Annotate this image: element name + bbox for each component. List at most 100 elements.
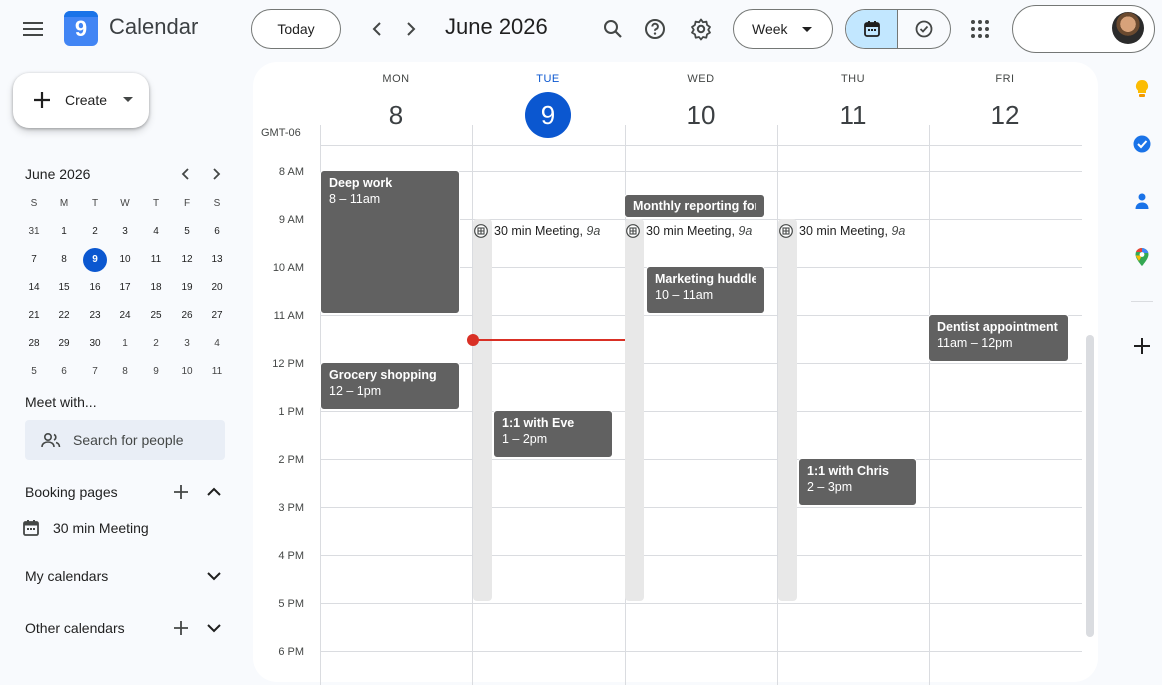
booking-page-item[interactable]: 30 min Meeting (53, 520, 149, 536)
tasks-mode-button[interactable] (898, 10, 950, 48)
search-icon[interactable] (600, 16, 626, 42)
avatar[interactable] (1112, 12, 1144, 44)
day-column-divider (929, 125, 930, 685)
mini-calendar-day[interactable]: 5 (22, 360, 46, 384)
day-number-button[interactable]: 10 (625, 92, 777, 138)
event-monthly-reporting[interactable]: Monthly reporting for a (624, 194, 765, 218)
previous-week-icon[interactable] (365, 16, 391, 42)
event-marketing-huddle[interactable]: Marketing huddle 10 – 11am (646, 266, 765, 314)
mini-prev-month-icon[interactable] (177, 165, 195, 183)
view-select[interactable]: Week (733, 9, 833, 49)
day-name-label: MON (382, 73, 410, 85)
mini-calendar-day[interactable]: 21 (22, 304, 46, 328)
google-apps-icon[interactable] (969, 18, 991, 40)
tasks-icon[interactable] (1131, 133, 1153, 155)
add-other-calendar-icon[interactable] (171, 618, 191, 638)
event-deep-work[interactable]: Deep work 8 – 11am (320, 170, 460, 314)
chevron-up-icon[interactable] (204, 482, 224, 502)
event-1-1-with-eve[interactable]: 1:1 with Eve 1 – 2pm (493, 410, 613, 458)
mini-calendar-day[interactable]: 8 (113, 360, 137, 384)
mini-calendar-day[interactable]: 3 (113, 220, 137, 244)
mini-calendar-day[interactable]: 3 (175, 332, 199, 356)
mini-calendar-day[interactable]: 28 (22, 332, 46, 356)
chevron-down-icon[interactable] (204, 566, 224, 586)
mini-calendar-day[interactable]: 15 (52, 276, 76, 300)
mini-calendar-day[interactable]: 29 (52, 332, 76, 356)
mini-calendar-day[interactable]: 9 (144, 360, 168, 384)
mini-calendar-day[interactable]: 6 (205, 220, 229, 244)
day-name-label: FRI (995, 73, 1015, 85)
mini-calendar-day[interactable]: 16 (83, 276, 107, 300)
mini-calendar-day[interactable]: 4 (144, 220, 168, 244)
mini-calendar-day[interactable]: 10 (175, 360, 199, 384)
mini-calendar-day[interactable]: 1 (52, 220, 76, 244)
event-grocery-shopping[interactable]: Grocery shopping 12 – 1pm (320, 362, 460, 410)
mini-calendar-day[interactable]: 4 (205, 332, 229, 356)
maps-icon[interactable] (1131, 246, 1153, 268)
hour-gridline (320, 459, 1082, 460)
mini-calendar-day[interactable]: 9 (83, 248, 107, 272)
mini-calendar-day[interactable]: 1 (113, 332, 137, 356)
mini-calendar-day[interactable]: 8 (52, 248, 76, 272)
mini-calendar-day[interactable]: 10 (113, 248, 137, 272)
my-calendars-title[interactable]: My calendars (25, 568, 108, 584)
mini-next-month-icon[interactable] (207, 165, 225, 183)
mini-calendar-day[interactable]: 31 (22, 220, 46, 244)
other-calendars-title[interactable]: Other calendars (25, 620, 125, 636)
calendar-mode-button[interactable] (846, 10, 899, 48)
mini-calendar-day[interactable]: 2 (83, 220, 107, 244)
booking-pages-title: Booking pages (25, 484, 118, 500)
help-icon[interactable] (642, 16, 668, 42)
calendar-tasks-toggle[interactable] (845, 9, 951, 49)
current-time-dot (467, 334, 479, 346)
appointment-schedule-label[interactable]: 30 min Meeting, 9a (474, 221, 606, 241)
add-booking-page-icon[interactable] (171, 482, 191, 502)
mini-calendar-day[interactable]: 11 (205, 360, 229, 384)
mini-calendar-day[interactable]: 30 (83, 332, 107, 356)
appointment-schedule-block[interactable] (473, 219, 492, 601)
settings-gear-icon[interactable] (688, 16, 714, 42)
mini-calendar-day[interactable]: 5 (175, 220, 199, 244)
appointment-schedule-label[interactable]: 30 min Meeting, 9a (626, 221, 758, 241)
mini-calendar-day[interactable]: 6 (52, 360, 76, 384)
event-1-1-with-chris[interactable]: 1:1 with Chris 2 – 3pm (798, 458, 917, 506)
main-menu-icon[interactable] (22, 18, 44, 40)
mini-calendar-day[interactable]: 24 (113, 304, 137, 328)
search-people-input[interactable]: Search for people (25, 420, 225, 460)
day-number-button[interactable]: 11 (777, 92, 929, 138)
appointment-schedule-block[interactable] (625, 219, 644, 601)
mini-calendar-day[interactable]: 19 (175, 276, 199, 300)
appointment-schedule-block[interactable] (778, 219, 797, 601)
day-number-button[interactable]: 9 (472, 92, 624, 138)
keep-icon[interactable] (1131, 78, 1153, 100)
event-time: 11am – 12pm (937, 336, 1013, 350)
add-addon-plus-icon[interactable] (1131, 335, 1153, 357)
contacts-icon[interactable] (1131, 190, 1153, 212)
mini-calendar-day[interactable]: 7 (83, 360, 107, 384)
appointment-schedule-label[interactable]: 30 min Meeting, 9a (779, 221, 911, 241)
mini-calendar-day[interactable]: 23 (83, 304, 107, 328)
mini-calendar-day[interactable]: 12 (175, 248, 199, 272)
mini-calendar-day[interactable]: 22 (52, 304, 76, 328)
appointment-grid-icon (779, 224, 793, 238)
mini-calendar-day[interactable]: 27 (205, 304, 229, 328)
mini-calendar-day[interactable]: 17 (113, 276, 137, 300)
mini-calendar-day[interactable]: 2 (144, 332, 168, 356)
hour-label: 10 AM (272, 262, 304, 274)
mini-calendar-day[interactable]: 11 (144, 248, 168, 272)
mini-calendar-day[interactable]: 7 (22, 248, 46, 272)
day-number-button[interactable]: 12 (929, 92, 1081, 138)
mini-calendar-day[interactable]: 13 (205, 248, 229, 272)
next-week-icon[interactable] (397, 16, 423, 42)
mini-calendar-day[interactable]: 14 (22, 276, 46, 300)
week-scrollbar[interactable] (1086, 335, 1094, 637)
mini-calendar-day[interactable]: 20 (205, 276, 229, 300)
mini-calendar-day[interactable]: 18 (144, 276, 168, 300)
event-dentist-appointment[interactable]: Dentist appointment 11am – 12pm (928, 314, 1069, 362)
mini-calendar-day[interactable]: 26 (175, 304, 199, 328)
chevron-down-icon[interactable] (204, 618, 224, 638)
day-number-button[interactable]: 8 (320, 92, 472, 138)
today-button[interactable]: Today (251, 9, 341, 49)
create-button[interactable]: Create (13, 73, 149, 128)
mini-calendar-day[interactable]: 25 (144, 304, 168, 328)
